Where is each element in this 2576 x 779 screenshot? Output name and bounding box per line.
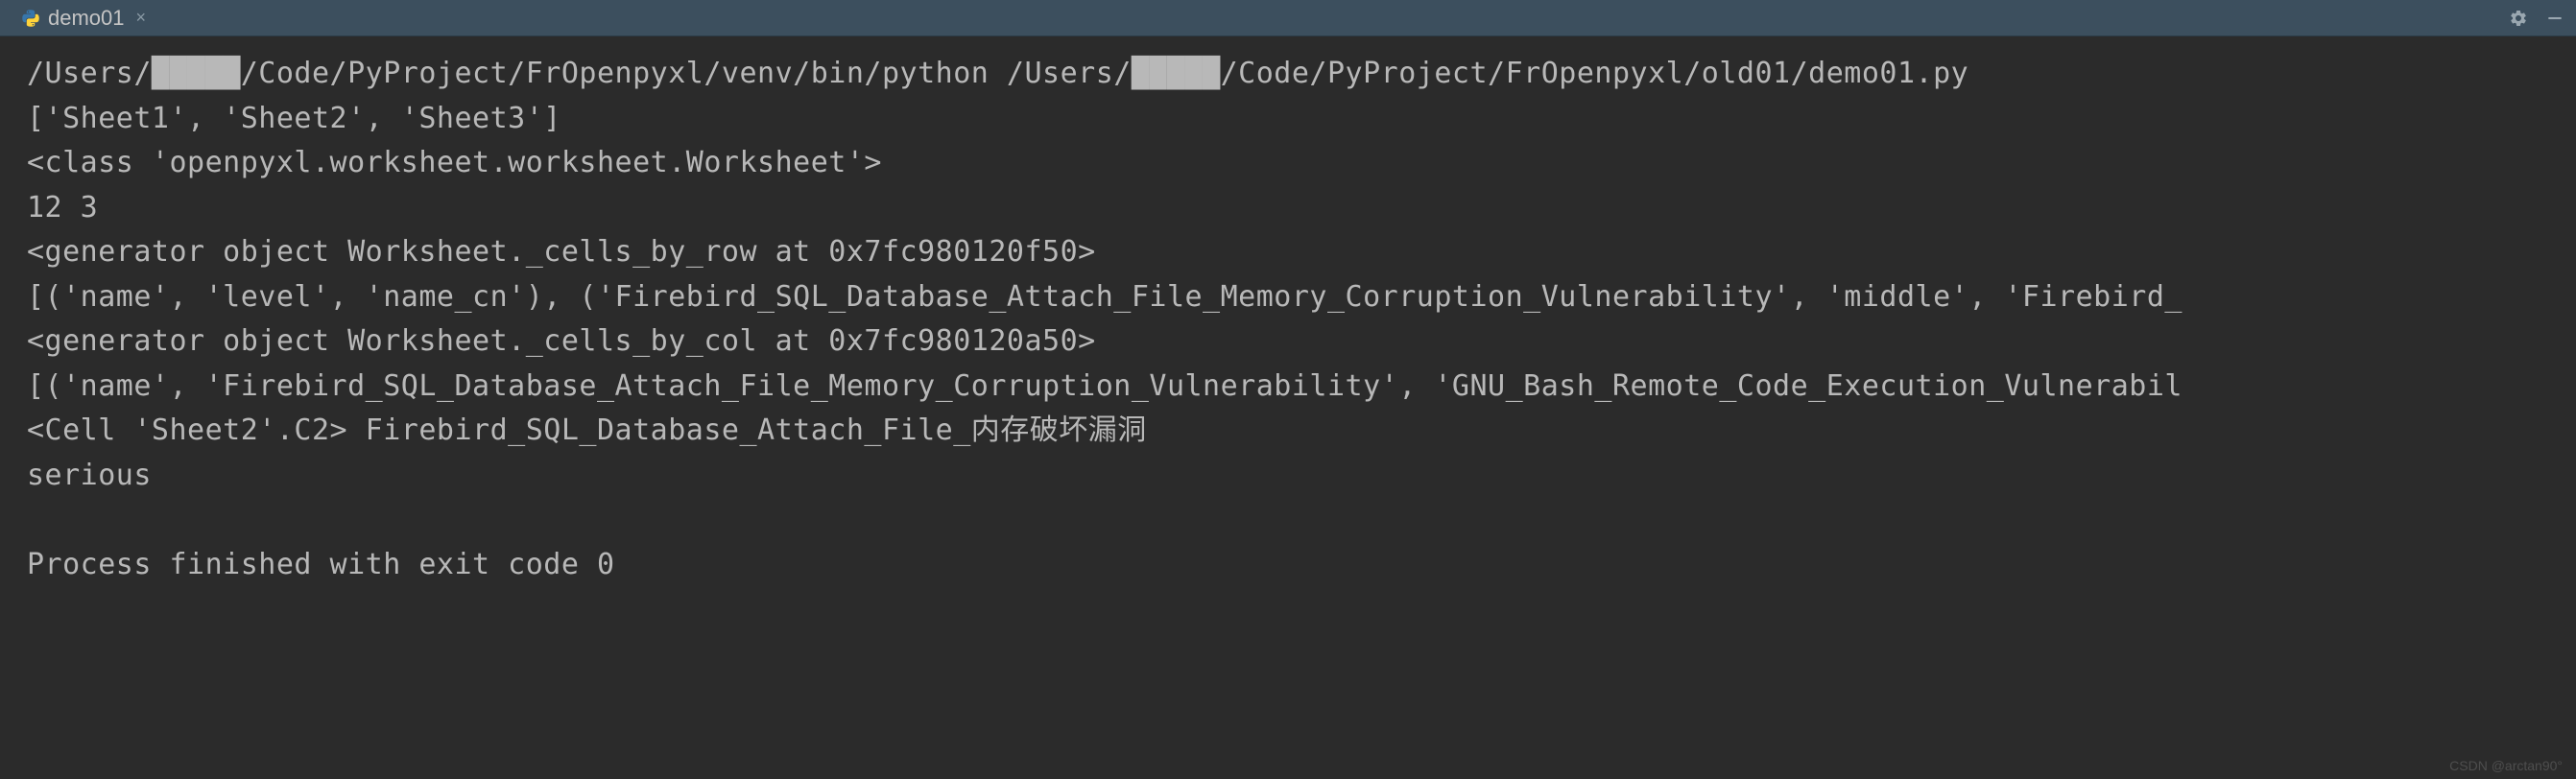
tab-demo01[interactable]: demo01 × bbox=[12, 0, 155, 35]
watermark: CSDN @arctan90° bbox=[2449, 758, 2563, 773]
console-line: Process finished with exit code 0 bbox=[27, 543, 2549, 588]
header-controls bbox=[2509, 9, 2564, 28]
gear-icon[interactable] bbox=[2509, 9, 2528, 28]
console-line: <generator object Worksheet._cells_by_ro… bbox=[27, 230, 2549, 275]
console-line: 12 3 bbox=[27, 186, 2549, 231]
console-line: /Users/█████/Code/PyProject/FrOpenpyxl/v… bbox=[27, 52, 2549, 97]
console-line: <Cell 'Sheet2'.C2> Firebird_SQL_Database… bbox=[27, 409, 2549, 454]
tab-area: demo01 × bbox=[12, 0, 155, 35]
minimize-icon[interactable] bbox=[2545, 9, 2564, 28]
console-line: <generator object Worksheet._cells_by_co… bbox=[27, 319, 2549, 365]
console-line: [('name', 'Firebird_SQL_Database_Attach_… bbox=[27, 365, 2549, 410]
console-output: /Users/█████/Code/PyProject/FrOpenpyxl/v… bbox=[0, 36, 2576, 602]
console-blank-line bbox=[27, 498, 2549, 543]
python-icon bbox=[21, 9, 40, 28]
close-icon[interactable]: × bbox=[132, 8, 147, 28]
console-line: [('name', 'level', 'name_cn'), ('Firebir… bbox=[27, 275, 2549, 320]
console-line: <class 'openpyxl.worksheet.worksheet.Wor… bbox=[27, 141, 2549, 186]
header-bar: demo01 × bbox=[0, 0, 2576, 36]
console-line: serious bbox=[27, 454, 2549, 499]
console-line: ['Sheet1', 'Sheet2', 'Sheet3'] bbox=[27, 97, 2549, 142]
tab-label: demo01 bbox=[48, 6, 125, 31]
